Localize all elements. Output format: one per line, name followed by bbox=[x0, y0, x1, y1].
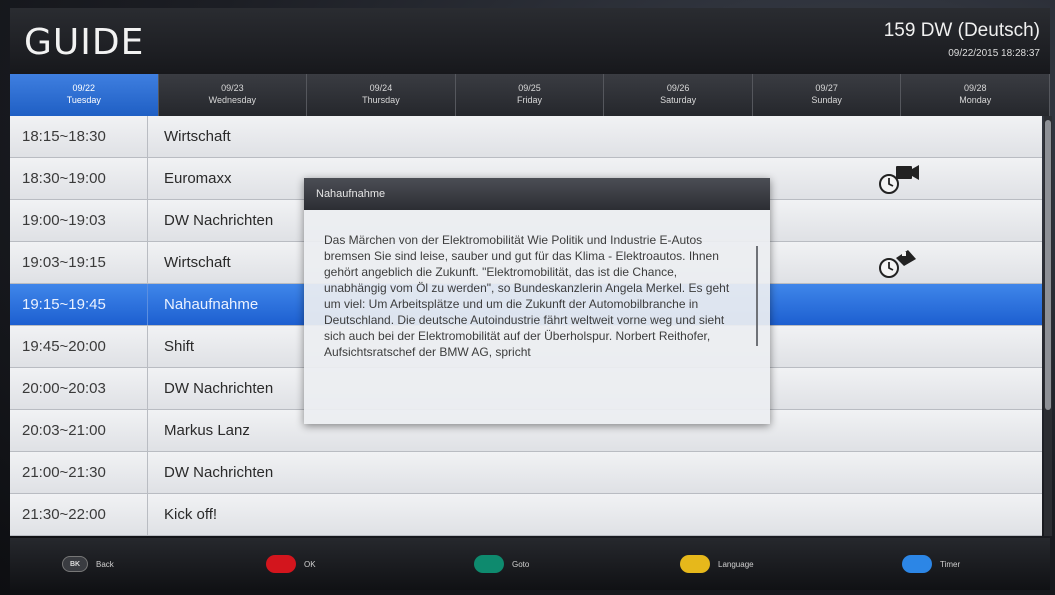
scrollbar-thumb[interactable] bbox=[1045, 120, 1051, 410]
program-title: DW Nachrichten bbox=[164, 212, 274, 229]
program-title: DW Nachrichten bbox=[164, 464, 274, 481]
tab-09-24[interactable]: 09/24 Thursday bbox=[307, 74, 456, 116]
tab-day: Friday bbox=[517, 95, 543, 105]
tab-day: Saturday bbox=[660, 95, 697, 105]
tab-day: Sunday bbox=[811, 95, 842, 105]
program-title: Wirtschaft bbox=[164, 254, 231, 271]
yellow-key-hint[interactable]: Language bbox=[680, 538, 754, 590]
tab-09-25[interactable]: 09/25 Friday bbox=[456, 74, 605, 116]
guide-screen: GUIDE 159 DW (Deutsch) 09/22/2015 18:28:… bbox=[0, 0, 1055, 595]
tab-date: 09/24 bbox=[369, 83, 393, 93]
program-title: Nahaufnahme bbox=[164, 296, 259, 313]
back-key-icon: BK bbox=[62, 556, 88, 572]
tab-date: 09/27 bbox=[815, 83, 838, 93]
tab-date: 09/26 bbox=[666, 83, 690, 93]
tab-date: 09/22 bbox=[72, 83, 96, 93]
tab-09-27[interactable]: 09/27 Sunday bbox=[753, 74, 902, 116]
back-key-label: Back bbox=[96, 559, 114, 569]
program-title: DW Nachrichten bbox=[164, 380, 274, 397]
schedule-row[interactable]: 21:30~22:00 Kick off! bbox=[10, 494, 1042, 536]
reminder-timer-icon bbox=[879, 250, 916, 278]
tab-date: 09/23 bbox=[221, 83, 244, 93]
header-bar: GUIDE 159 DW (Deutsch) 09/22/2015 18:28:… bbox=[10, 8, 1050, 74]
red-key-hint[interactable]: OK bbox=[266, 538, 316, 590]
tab-date: 09/28 bbox=[963, 83, 987, 93]
tab-09-23[interactable]: 09/23 Wednesday bbox=[159, 74, 308, 116]
program-time: 18:15~18:30 bbox=[10, 116, 148, 157]
program-time: 19:03~19:15 bbox=[10, 242, 148, 283]
schedule-row[interactable]: 21:00~21:30 DW Nachrichten bbox=[10, 452, 1042, 494]
program-info-popup: Nahaufnahme Das Märchen von der Elektrom… bbox=[304, 178, 770, 424]
program-time: 19:15~19:45 bbox=[10, 284, 148, 325]
program-time: 21:00~21:30 bbox=[10, 452, 148, 493]
tab-09-22[interactable]: 09/22 Tuesday bbox=[10, 74, 159, 116]
green-key-icon bbox=[474, 555, 504, 573]
tab-day: Tuesday bbox=[66, 95, 101, 105]
red-key-label: OK bbox=[304, 559, 316, 569]
tab-09-26[interactable]: 09/26 Saturday bbox=[604, 74, 753, 116]
program-title: Shift bbox=[164, 338, 195, 355]
date-tabs: 09/22 Tuesday 09/23 Wednesday 09/24 Thursda… bbox=[10, 74, 1051, 116]
green-key-label: Goto bbox=[512, 559, 530, 569]
red-key-icon bbox=[266, 555, 296, 573]
program-time: 19:45~20:00 bbox=[10, 326, 148, 367]
popup-scrollbar[interactable] bbox=[756, 246, 758, 346]
popup-title: Nahaufnahme bbox=[304, 178, 770, 210]
program-title: Markus Lanz bbox=[164, 422, 250, 439]
program-time: 20:00~20:03 bbox=[10, 368, 148, 409]
program-description: Das Märchen von der Elektromobilität Wie… bbox=[324, 233, 730, 359]
footer-key-legend: BK Back OK Goto Language Timer bbox=[10, 538, 1050, 590]
current-datetime: 09/22/2015 18:28:37 bbox=[948, 48, 1040, 59]
program-time: 21:30~22:00 bbox=[10, 494, 148, 535]
yellow-key-label: Language bbox=[718, 559, 754, 569]
program-time: 19:00~19:03 bbox=[10, 200, 148, 241]
page-title: GUIDE bbox=[24, 22, 145, 63]
green-key-hint[interactable]: Goto bbox=[474, 538, 529, 590]
schedule-row[interactable]: 18:15~18:30 Wirtschaft bbox=[10, 116, 1042, 158]
back-key-hint[interactable]: BK Back bbox=[62, 538, 114, 590]
program-time: 18:30~19:00 bbox=[10, 158, 148, 199]
tab-day: Thursday bbox=[362, 95, 400, 105]
record-timer-icon bbox=[879, 165, 919, 194]
tab-09-28[interactable]: 09/28 Monday bbox=[901, 74, 1051, 116]
yellow-key-icon bbox=[680, 555, 710, 573]
program-title: Kick off! bbox=[164, 506, 218, 523]
tab-day: Wednesday bbox=[208, 95, 257, 105]
blue-key-label: Timer bbox=[940, 559, 961, 569]
program-title: Wirtschaft bbox=[164, 128, 231, 145]
blue-key-hint[interactable]: Timer bbox=[902, 538, 960, 590]
popup-description-area[interactable]: Das Märchen von der Elektromobilität Wie… bbox=[304, 210, 770, 424]
blue-key-icon bbox=[902, 555, 932, 573]
program-title: Euromaxx bbox=[164, 170, 232, 187]
tab-day: Monday bbox=[959, 95, 992, 105]
program-time: 20:03~21:00 bbox=[10, 410, 148, 451]
tab-date: 09/25 bbox=[518, 83, 541, 93]
channel-name: 159 DW (Deutsch) bbox=[883, 20, 1040, 41]
schedule-scrollbar[interactable] bbox=[1044, 116, 1052, 536]
